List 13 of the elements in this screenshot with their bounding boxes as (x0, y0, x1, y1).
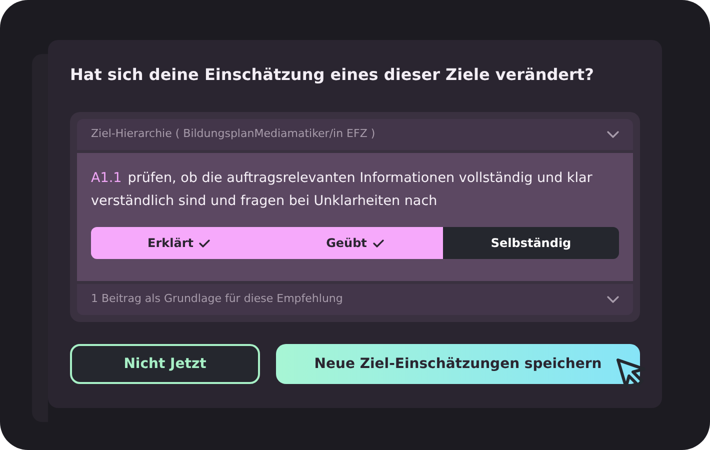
hierarchy-label: Ziel-Hierarchie ( BildungsplanMediamatiker/in EFZ ) (91, 126, 376, 142)
basis-label: 1 Beitrag als Grundlage für diese Empfehlung (91, 291, 343, 308)
level-segment[interactable]: Erklärt (91, 227, 267, 259)
save-button[interactable]: Neue Ziel-Einschätzungen speichern (276, 344, 640, 384)
level-segment[interactable]: Selbständig (443, 227, 619, 259)
hierarchy-header[interactable]: Ziel-Hierarchie ( BildungsplanMediamatiker/in EFZ ) (77, 119, 633, 150)
level-segment[interactable]: Geübt (267, 227, 443, 259)
check-icon (199, 238, 210, 248)
dialog-title: Hat sich deine Einschätzung eines dieser Ziele verändert? (70, 64, 595, 86)
check-icon (372, 238, 384, 248)
basis-header[interactable]: 1 Beitrag als Grundlage für diese Empfehlung (77, 284, 633, 315)
not-now-button[interactable]: Nicht Jetzt (70, 344, 260, 384)
goal-text: A1.1 prüfen, ob die auftragsrelevanten Informationen vollständig und klar verständlich sind und fragen bei Unklarheiten nach (91, 169, 594, 211)
